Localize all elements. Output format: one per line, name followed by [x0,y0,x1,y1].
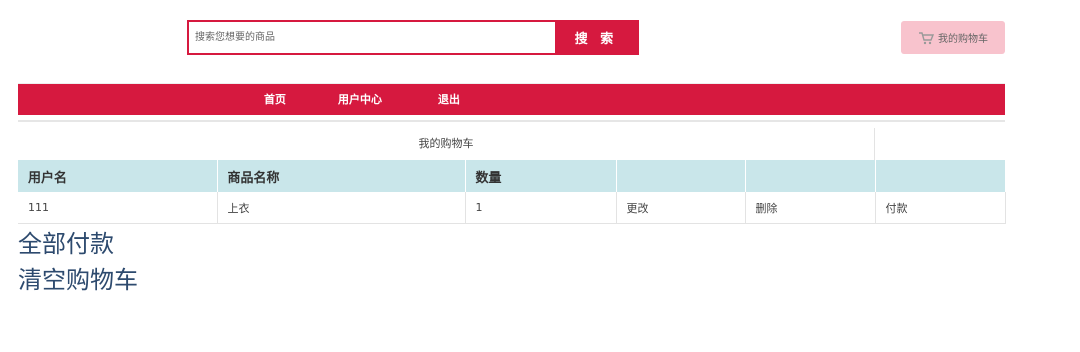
cell-quantity: 1 [465,192,617,224]
my-cart-button[interactable]: 我的购物车 [901,21,1005,54]
cart-table: 用户名 商品名称 数量 111 上衣 1 更改 删除 付款 [18,160,1006,224]
cell-username: 111 [18,192,218,224]
my-cart-label: 我的购物车 [938,34,988,45]
delete-link[interactable]: 删除 [745,192,876,224]
pay-link[interactable]: 付款 [875,192,1006,224]
nav-item-user-center[interactable]: 用户中心 [338,84,382,115]
nav-item-logout[interactable]: 退出 [438,84,460,115]
search-button[interactable]: 搜 索 [555,22,637,53]
search-input[interactable] [189,22,555,53]
cart-caption: 我的购物车 [18,128,875,160]
cell-product-name: 上衣 [217,192,466,224]
header-product-name: 商品名称 [217,160,466,192]
header-blank [616,160,746,192]
edit-link[interactable]: 更改 [616,192,746,224]
table-row: 111 上衣 1 更改 删除 付款 [18,192,1006,224]
cart-icon [919,31,934,44]
header-blank [875,160,1006,192]
clear-cart-link[interactable]: 清空购物车 [18,265,138,295]
nav-bar: 首页 用户中心 退出 [18,84,1005,115]
header-quantity: 数量 [465,160,617,192]
nav-item-home[interactable]: 首页 [264,84,286,115]
header-blank [745,160,876,192]
header-username: 用户名 [18,160,218,192]
divider [18,120,1005,122]
table-header-row: 用户名 商品名称 数量 [18,160,1006,192]
pay-all-link[interactable]: 全部付款 [18,229,114,259]
search-bar: 搜 索 [187,20,639,55]
